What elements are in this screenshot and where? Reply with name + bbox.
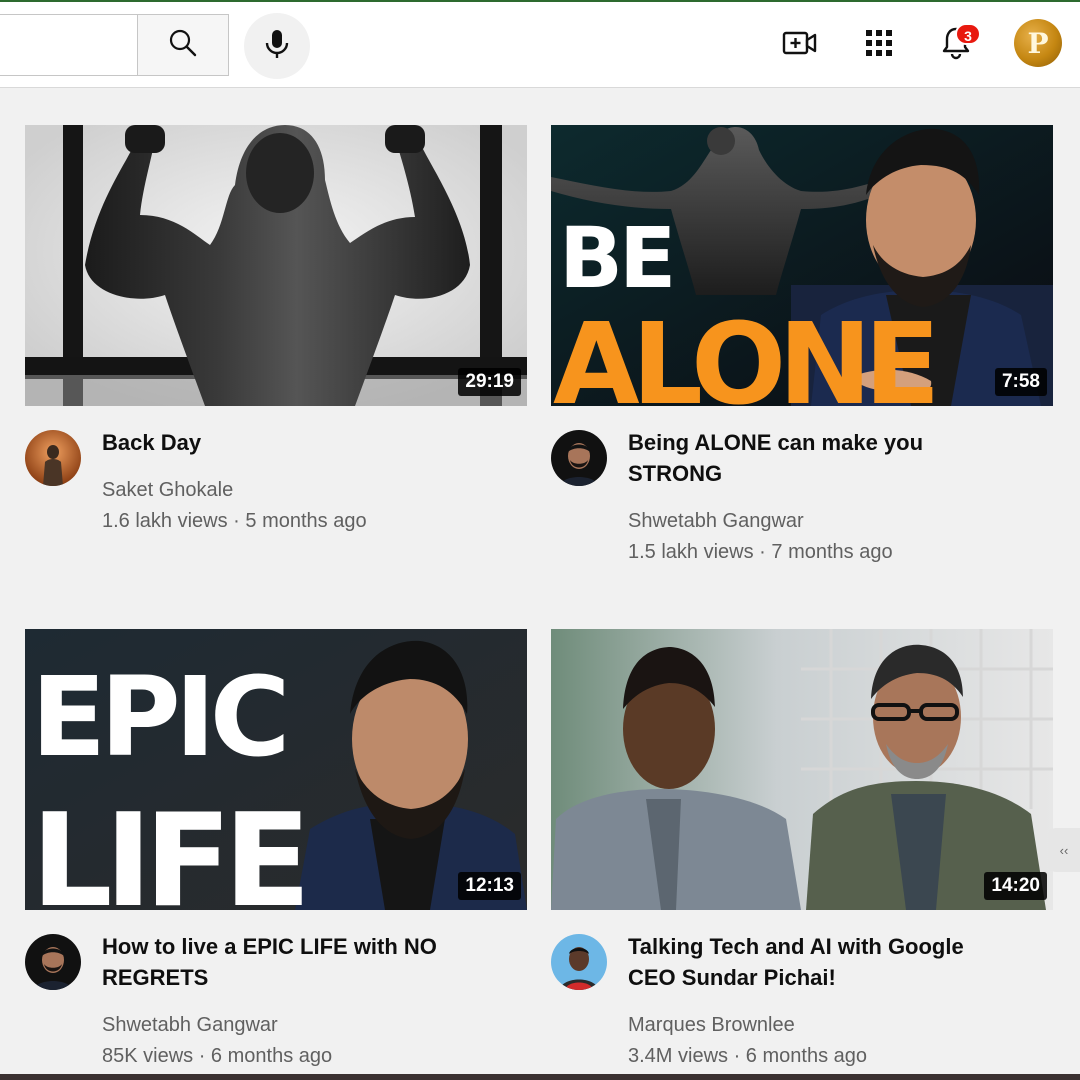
top-header: 3 P [0,2,1080,88]
channel-avatar[interactable] [25,430,81,486]
channel-avatar[interactable] [551,430,607,486]
video-duration: 7:58 [994,368,1047,396]
channel-name[interactable]: Shwetabh Gangwar [628,506,1048,537]
thumbnail-image [551,629,1053,910]
video-title[interactable]: Being ALONE can make you STRONG [628,427,988,489]
svg-text:EPIC: EPIC [31,653,284,781]
bottom-edge-bar [0,1074,1080,1080]
account-avatar[interactable]: P [1014,19,1062,67]
video-meta: Marques Brownlee 3.4M views · 6 months a… [628,1010,1048,1072]
chevron-left-icon: ‹‹ [1059,842,1069,858]
video-thumbnail[interactable]: BE ALONE 7:58 [551,125,1053,406]
channel-name[interactable]: Shwetabh Gangwar [102,1010,522,1041]
video-duration: 29:19 [458,368,521,396]
video-stats: 3.4M views · 6 months ago [628,1045,867,1067]
video-meta: Saket Ghokale 1.6 lakh views · 5 months … [102,475,522,537]
video-thumbnail[interactable]: EPIC LIFE 12:13 [25,629,527,910]
voice-search-button[interactable] [244,13,310,79]
mic-icon [264,28,290,65]
side-panel-handle[interactable]: ‹‹ [1048,828,1080,872]
thumbnail-image: EPIC LIFE [25,629,527,910]
channel-name[interactable]: Marques Brownlee [628,1010,1048,1041]
create-video-icon [782,30,818,61]
video-title[interactable]: How to live a EPIC LIFE with NO REGRETS [102,931,462,993]
svg-text:BE: BE [559,209,672,307]
video-thumbnail[interactable]: 14:20 [551,629,1053,910]
notification-badge: 3 [955,23,981,45]
channel-name[interactable]: Saket Ghokale [102,475,522,506]
video-title[interactable]: Talking Tech and AI with Google CEO Sund… [628,931,988,993]
svg-text:LIFE: LIFE [31,787,303,910]
video-duration: 14:20 [984,872,1047,900]
video-stats: 1.5 lakh views · 7 months ago [628,541,893,563]
search-input[interactable] [0,14,138,76]
thumbnail-image [25,125,527,406]
video-stats: 85K views · 6 months ago [102,1045,333,1067]
video-meta: Shwetabh Gangwar 85K views · 6 months ag… [102,1010,522,1072]
channel-avatar[interactable] [551,934,607,990]
svg-text:ALONE: ALONE [553,300,933,406]
video-title[interactable]: Back Day [102,427,462,458]
video-thumbnail[interactable]: 29:19 [25,125,527,406]
video-duration: 12:13 [458,872,521,900]
video-stats: 1.6 lakh views · 5 months ago [102,510,367,532]
thumbnail-image: BE ALONE [551,125,1053,406]
channel-avatar[interactable] [25,934,81,990]
apps-button[interactable] [856,22,902,68]
create-video-button[interactable] [777,22,823,68]
search-icon [168,28,198,63]
video-meta: Shwetabh Gangwar 1.5 lakh views · 7 mont… [628,506,1048,568]
search-button[interactable] [137,14,229,76]
apps-grid-icon [865,29,893,62]
